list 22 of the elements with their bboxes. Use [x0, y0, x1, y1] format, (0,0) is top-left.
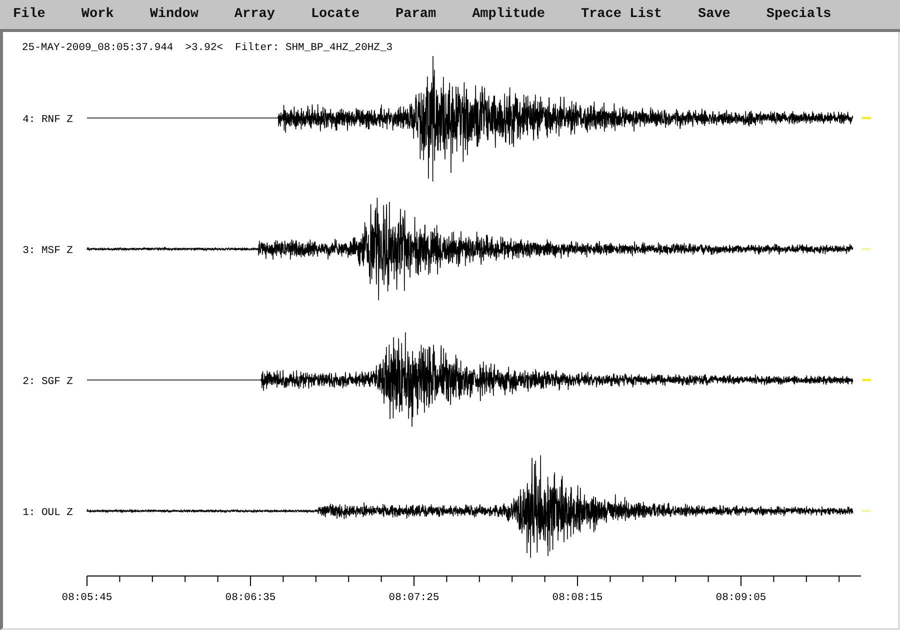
value-text: >3.92<	[185, 42, 224, 56]
trace-label: 1: OUL Z	[22, 507, 73, 519]
menu-item[interactable]: File	[6, 7, 52, 22]
menu-item[interactable]: Specials	[759, 7, 838, 22]
menu-item[interactable]: Array	[227, 7, 282, 22]
tick-label: 08:06:35	[225, 592, 276, 604]
tick-label: 08:08:15	[552, 592, 603, 604]
tick-label: 08:05:45	[62, 592, 112, 604]
menu-item[interactable]: Save	[691, 7, 738, 22]
filter-text: Filter: SHM_BP_4HZ_20HZ_3	[235, 42, 393, 56]
menu-item[interactable]: Locate	[304, 7, 367, 22]
menu-item[interactable]: Window	[142, 7, 206, 22]
tick-label: 08:09:05	[716, 592, 766, 604]
menu-item[interactable]: Work	[74, 7, 121, 22]
menu-item[interactable]: Amplitude	[465, 7, 552, 22]
timestamp-text: 25-MAY-2009_08:05:37.944	[22, 42, 174, 56]
trace-label: 4: RNF Z	[22, 114, 73, 126]
tick-label: 08:07:25	[388, 592, 440, 604]
menu-item[interactable]: Trace List	[574, 7, 669, 22]
trace-label: 3: MSF Z	[22, 245, 73, 257]
trace-label: 2: SGF Z	[22, 376, 73, 388]
menu-item[interactable]: Param	[388, 7, 444, 22]
